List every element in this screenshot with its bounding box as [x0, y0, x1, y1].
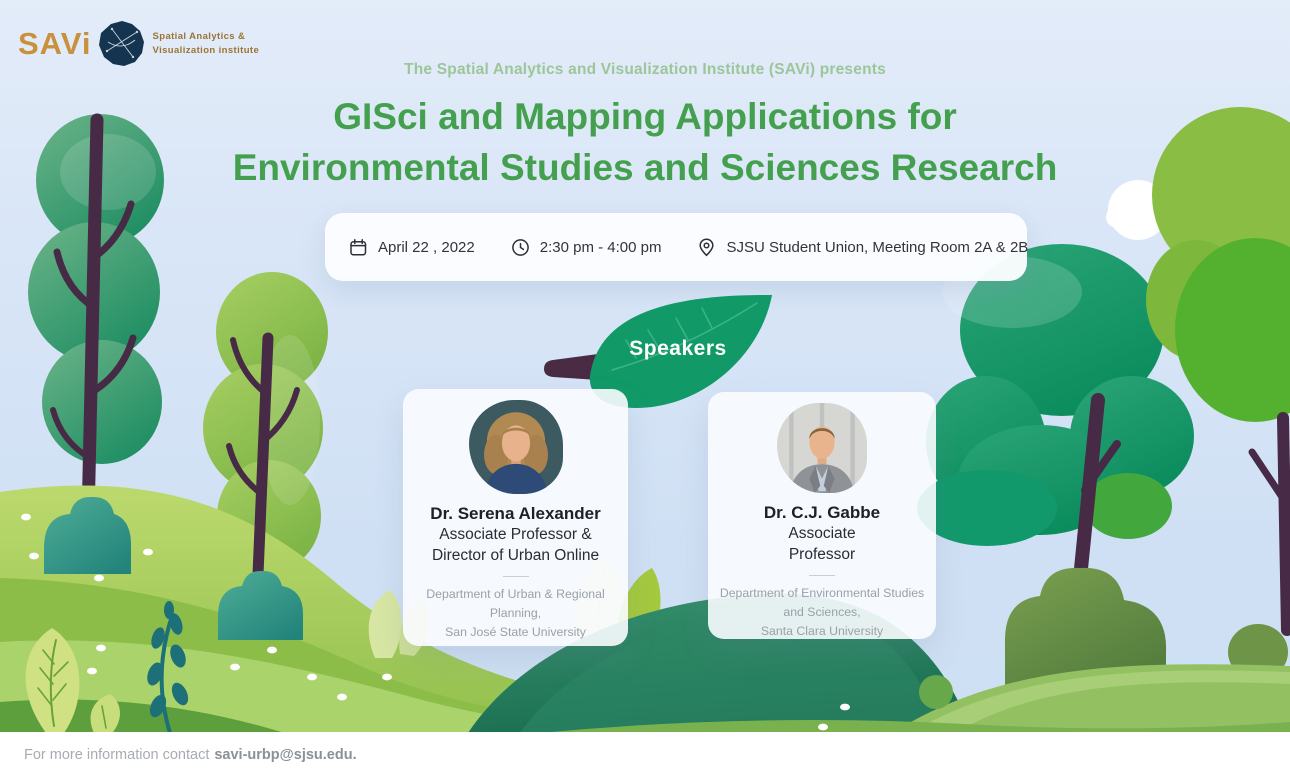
page-title: GISci and Mapping Applications for Envir… [0, 91, 1290, 193]
speaker-affiliation: Department of Environmental Studies and … [708, 584, 936, 641]
speaker-affiliation: Department of Urban & Regional Planning,… [403, 585, 628, 642]
event-time-label: 2:30 pm - 4:00 pm [540, 239, 662, 256]
kicker-line: The Spatial Analytics and Visualization … [0, 61, 1290, 79]
clock-icon [511, 238, 530, 257]
savi-logo-org-name: Spatial Analytics & Visualization instit… [153, 30, 260, 58]
event-location-label: SJSU Student Union, Meeting Room 2A & 2B [726, 239, 1028, 256]
speakers-section-label: Speakers [598, 337, 758, 361]
affiliation-line1: Department of Urban & Regional [403, 585, 628, 604]
affiliation-line3: San José State University [403, 623, 628, 642]
event-time: 2:30 pm - 4:00 pm [511, 238, 662, 257]
speaker-photo-serena-alexander [469, 400, 563, 494]
footer-contact-text: For more information contact [24, 747, 209, 763]
calendar-icon [349, 238, 368, 257]
speaker-name: Dr. Serena Alexander [403, 504, 628, 524]
speaker-role-line2: Director of Urban Online [403, 545, 628, 566]
event-date-label: April 22 , 2022 [378, 239, 475, 256]
footer-contact-email: savi-urbp@sjsu.edu. [214, 747, 356, 763]
affiliation-line1: Department of Environmental Studies [708, 584, 936, 603]
affiliation-line2: and Sciences, [708, 603, 936, 622]
affiliation-line3: Santa Clara University [708, 622, 936, 641]
speaker-card-serena-alexander: Dr. Serena Alexander Associate Professor… [403, 389, 628, 646]
card-divider [503, 576, 529, 577]
savi-logo-org-line2: Visualization institute [153, 44, 260, 58]
location-pin-icon [697, 238, 716, 257]
speaker-name: Dr. C.J. Gabbe [708, 503, 936, 523]
event-date: April 22 , 2022 [349, 238, 475, 257]
event-flyer: SAVi Spatial Analytics & Visualization i… [0, 0, 1290, 777]
event-info-bar: April 22 , 2022 2:30 pm - 4:00 pm SJSU S… [325, 213, 1027, 281]
affiliation-line2: Planning, [403, 604, 628, 623]
card-divider [809, 575, 835, 576]
savi-logo: SAVi Spatial Analytics & Visualization i… [18, 20, 259, 67]
footer-contact-bar: For more information contact savi-urbp@s… [0, 732, 1290, 777]
savi-logo-acronym: SAVi [18, 26, 92, 62]
speaker-photo-cj-gabbe [777, 403, 867, 493]
leaf-stem [544, 354, 598, 380]
event-location: SJSU Student Union, Meeting Room 2A & 2B [697, 238, 1028, 257]
speaker-role-line1: Associate [708, 523, 936, 544]
title-line-1: GISci and Mapping Applications for [0, 91, 1290, 142]
savi-network-globe-icon [98, 20, 145, 67]
speaker-card-cj-gabbe: Dr. C.J. Gabbe Associate Professor Depar… [708, 392, 936, 639]
speaker-role-line2: Professor [708, 544, 936, 565]
savi-logo-org-line1: Spatial Analytics & [153, 30, 260, 44]
speaker-role-line1: Associate Professor & [403, 524, 628, 545]
title-line-2: Environmental Studies and Sciences Resea… [0, 142, 1290, 193]
